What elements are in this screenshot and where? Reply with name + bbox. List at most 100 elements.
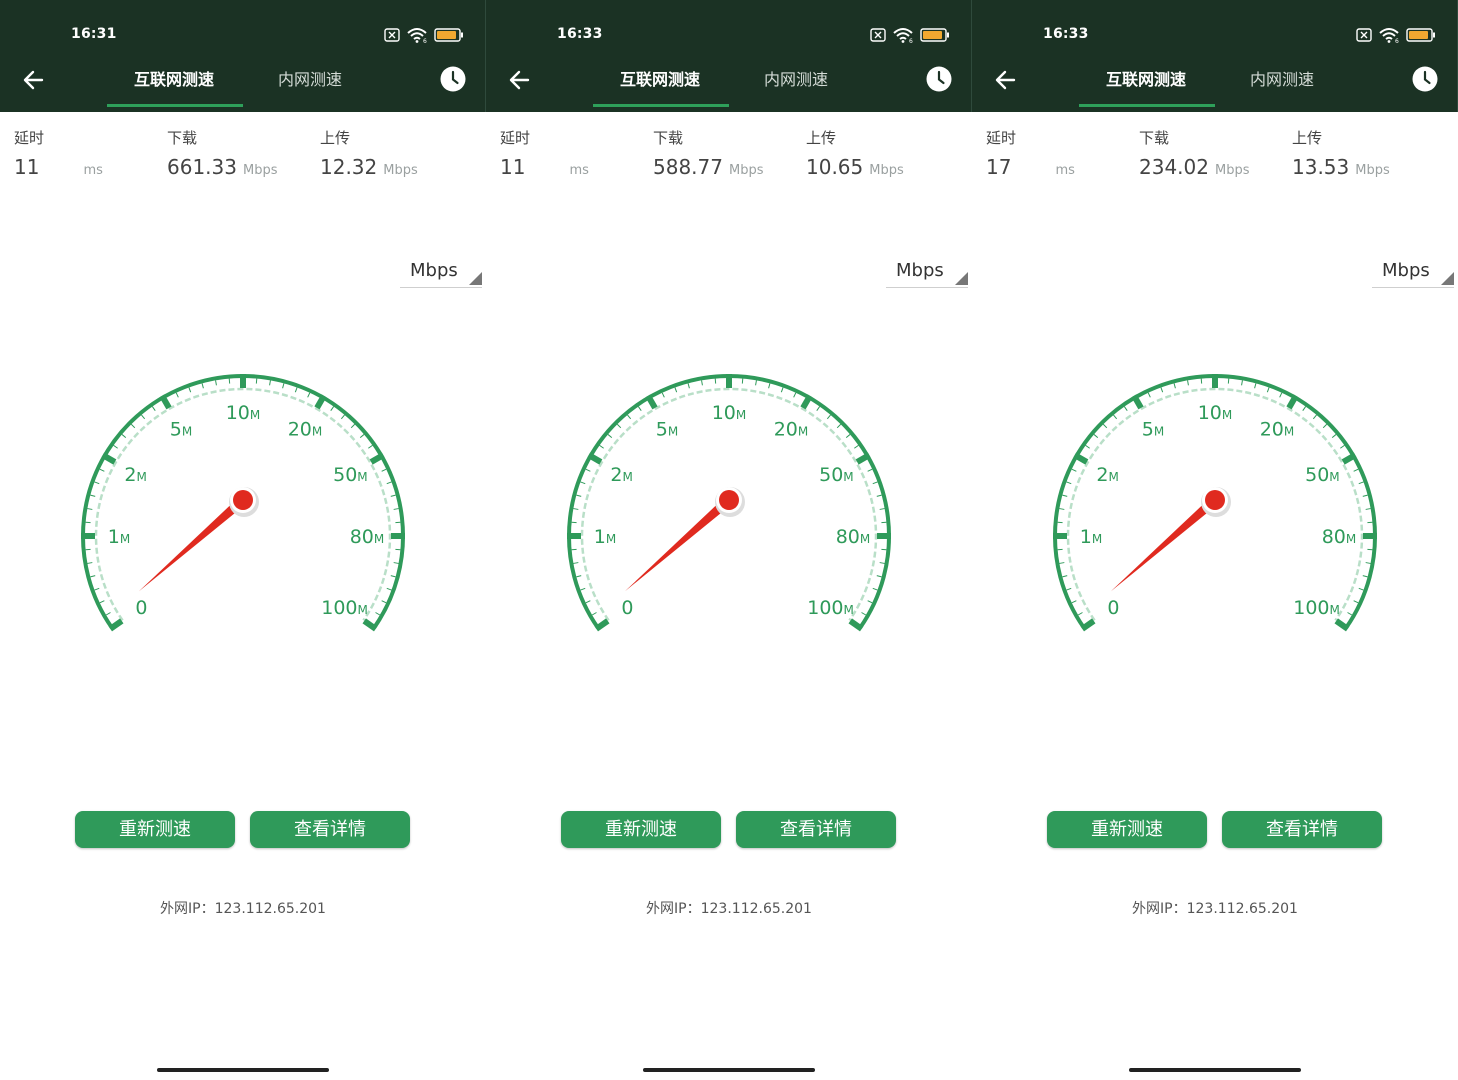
gauge-minor-tick — [330, 406, 335, 411]
gauge-minor-tick — [1187, 380, 1189, 386]
status-bar: 16:31 6 — [0, 0, 486, 48]
tab-intranet-speedtest[interactable]: 内网测速 — [278, 68, 342, 92]
gauge-minor-tick — [1331, 434, 1337, 439]
gauge-minor-tick — [768, 383, 771, 389]
tab-internet-speedtest[interactable]: 互联网测速 — [620, 68, 700, 92]
download-value: 661.33 — [167, 155, 237, 179]
view-details-button[interactable]: 查看详情 — [250, 811, 410, 848]
download-value: 234.02 — [1139, 155, 1209, 179]
gauge-minor-tick — [359, 434, 365, 439]
latency-unit: ms — [83, 163, 103, 178]
gauge-minor-tick — [616, 423, 622, 429]
view-details-button[interactable]: 查看详情 — [736, 811, 896, 848]
gauge-scale-label: 20M — [774, 419, 809, 441]
gauge-minor-tick — [867, 600, 873, 604]
tab-internet-speedtest[interactable]: 互联网测速 — [134, 68, 214, 92]
svg-text:6: 6 — [1395, 38, 1399, 43]
gauge-minor-tick — [816, 406, 821, 411]
gauge-minor-tick — [580, 587, 586, 591]
upload-value: 12.32 — [320, 155, 378, 179]
gauge-minor-tick — [1062, 494, 1068, 497]
gauge-scale-label: 0 — [135, 597, 147, 619]
gauge-minor-tick — [1077, 612, 1083, 616]
external-ip: 外网IP：123.112.65.201 — [646, 901, 812, 917]
gauge-minor-tick — [576, 494, 582, 497]
gauge-scale-unit: M — [798, 425, 808, 439]
tab-intranet-speedtest[interactable]: 内网测速 — [1250, 68, 1314, 92]
view-details-button[interactable]: 查看详情 — [1222, 811, 1382, 848]
upload-unit: Mbps — [869, 163, 904, 178]
gauge-minor-tick — [826, 414, 831, 420]
download-unit: Mbps — [1214, 163, 1250, 178]
gauge-major-tick — [1080, 618, 1096, 632]
gauge-scale-unit: M — [843, 470, 853, 484]
retest-button[interactable]: 重新测速 — [561, 811, 721, 848]
sim-disabled-icon — [1356, 28, 1372, 42]
unit-dropdown[interactable]: Mbps — [886, 258, 968, 288]
back-arrow-icon[interactable] — [506, 66, 534, 94]
status-time: 16:33 — [557, 26, 603, 42]
speedtest-screen: 16:33 6 — [972, 0, 1458, 1080]
history-clock-icon[interactable] — [926, 66, 952, 92]
gauge-scale-unit: M — [1284, 425, 1294, 439]
gauge-minor-tick — [793, 392, 797, 398]
gauge-minor-tick — [876, 494, 882, 497]
gauge-minor-tick — [1241, 380, 1243, 386]
gauge-minor-tick — [879, 508, 885, 510]
gauge-minor-tick — [151, 406, 156, 411]
gauge-minor-tick — [1071, 600, 1077, 604]
gauge-scale-label: 20M — [1260, 419, 1295, 441]
gauge-major-tick — [800, 394, 813, 410]
status-icons: 6 — [870, 26, 950, 44]
gauge-minor-tick — [282, 383, 285, 389]
latency-value: 11 — [500, 155, 526, 179]
gauge-minor-tick — [1358, 587, 1364, 591]
gauge-minor-tick — [1123, 406, 1128, 411]
active-tab-indicator — [1079, 104, 1215, 107]
dropdown-corner-icon — [955, 272, 968, 285]
gauge-minor-tick — [872, 587, 878, 591]
upload-label: 上传 — [320, 129, 351, 147]
gauge-scale-unit: M — [1330, 603, 1340, 617]
gauge-minor-tick — [1358, 481, 1364, 485]
tab-internet-speedtest[interactable]: 互联网测速 — [1106, 68, 1186, 92]
gauge-scale-unit: M — [736, 408, 746, 422]
retest-button[interactable]: 重新测速 — [75, 811, 235, 848]
retest-button[interactable]: 重新测速 — [1047, 811, 1207, 848]
gauge-major-tick — [1341, 452, 1357, 465]
gauge-minor-tick — [872, 481, 878, 485]
history-clock-icon[interactable] — [1412, 66, 1438, 92]
history-clock-icon[interactable] — [440, 66, 466, 92]
back-arrow-icon[interactable] — [992, 66, 1020, 94]
gauge-major-tick — [159, 394, 172, 410]
latency-unit: ms — [569, 163, 589, 178]
download-unit: Mbps — [728, 163, 764, 178]
gauge-major-tick — [1334, 618, 1350, 632]
tab-intranet-speedtest[interactable]: 内网测速 — [764, 68, 828, 92]
dropdown-corner-icon — [1441, 272, 1454, 285]
gauge-minor-tick — [1266, 387, 1270, 393]
gauge-scale-unit: M — [1108, 470, 1118, 484]
back-arrow-icon[interactable] — [20, 66, 48, 94]
speed-gauge: 0 1M 2M 5M 10M 20M 50M 80M 100M — [81, 374, 405, 632]
unit-dropdown[interactable]: Mbps — [400, 258, 482, 288]
unit-dropdown[interactable]: Mbps — [1372, 258, 1454, 288]
download-label: 下载 — [653, 129, 684, 147]
gauge-minor-tick — [701, 380, 703, 386]
gauge-minor-tick — [393, 508, 399, 510]
gauge-minor-tick — [674, 387, 678, 393]
sim-disabled-icon — [384, 28, 400, 42]
latency-metric: 延时 11 ms — [14, 128, 103, 180]
gauge-minor-tick — [580, 481, 586, 485]
gauge-minor-tick — [215, 380, 217, 386]
upload-label: 上传 — [1292, 129, 1323, 147]
gauge-scale-label: 5M — [656, 419, 678, 441]
gauge-minor-tick — [627, 414, 632, 420]
app-bar: 互联网测速 内网测速 — [972, 48, 1458, 112]
gauge-minor-tick — [350, 423, 356, 429]
gauge-scale-unit: M — [1346, 532, 1356, 546]
latency-metric: 延时 11 ms — [500, 128, 589, 180]
home-indicator — [643, 1068, 815, 1072]
gauge-scale-unit: M — [120, 532, 130, 546]
gauge-minor-tick — [845, 434, 851, 439]
